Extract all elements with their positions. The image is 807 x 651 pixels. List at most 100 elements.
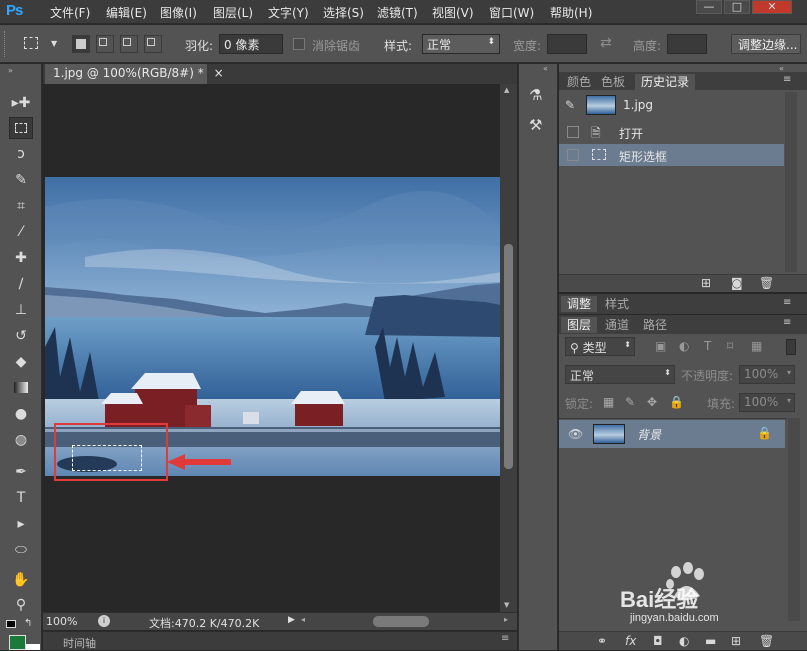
- feather-input[interactable]: 0 像素: [219, 34, 283, 54]
- ellipse-tool-icon[interactable]: ⬭: [9, 539, 33, 561]
- panel-menu-icon[interactable]: ≡: [783, 74, 791, 85]
- menu-select[interactable]: 选择(S): [323, 4, 364, 20]
- menu-edit[interactable]: 编辑(E): [106, 4, 147, 20]
- background-color-swatch[interactable]: [26, 644, 40, 650]
- foreground-color-swatch[interactable]: [9, 635, 26, 650]
- lock-all-icon[interactable]: 🔒: [669, 395, 684, 409]
- lasso-tool-icon[interactable]: ↄ: [9, 143, 33, 165]
- move-tool-icon[interactable]: ▸✚: [9, 92, 33, 114]
- tool-presets-icon[interactable]: ⚒: [529, 116, 542, 134]
- lock-position-icon[interactable]: ✥: [647, 395, 657, 409]
- clone-stamp-tool-icon[interactable]: ⊥: [9, 299, 33, 321]
- default-colors-icon[interactable]: [6, 620, 16, 628]
- vertical-scrollbar[interactable]: ▲ ▼: [500, 84, 517, 612]
- menu-filter[interactable]: 滤镜(T): [377, 4, 418, 20]
- link-layers-icon[interactable]: ⚭: [597, 634, 607, 648]
- opacity-input[interactable]: 100% ▾: [739, 365, 795, 384]
- history-step-checkbox[interactable]: [567, 149, 579, 161]
- panel-menu-icon[interactable]: ≡: [783, 317, 791, 328]
- refine-edge-button[interactable]: 调整边缘...: [731, 34, 801, 54]
- gradient-tool-icon[interactable]: [9, 377, 33, 399]
- close-tab-icon[interactable]: ×: [214, 66, 224, 80]
- delete-layer-icon[interactable]: 🗑: [759, 634, 774, 648]
- preset-dropdown-icon[interactable]: ▼: [51, 39, 57, 48]
- hscroll-right-icon[interactable]: ▸: [504, 615, 508, 624]
- menu-file[interactable]: 文件(F): [50, 4, 90, 20]
- type-tool-icon[interactable]: T: [9, 487, 33, 509]
- menu-type[interactable]: 文字(Y): [268, 4, 309, 20]
- swap-icon[interactable]: ⇄: [600, 35, 612, 51]
- marquee-preset-icon[interactable]: [24, 37, 38, 49]
- add-selection-icon[interactable]: [96, 35, 114, 53]
- layer-filter-select[interactable]: ⚲ 类型 ⬍: [565, 337, 635, 356]
- tab-channels[interactable]: 通道: [599, 317, 635, 333]
- path-select-tool-icon[interactable]: ▸: [9, 513, 33, 535]
- filter-toggle[interactable]: [786, 339, 796, 355]
- history-step-checkbox[interactable]: [567, 126, 579, 138]
- filter-pixel-icon[interactable]: ▣: [655, 339, 666, 353]
- eraser-tool-icon[interactable]: ◆: [9, 351, 33, 373]
- fill-input[interactable]: 100% ▾: [739, 393, 795, 412]
- camera-icon[interactable]: ◙: [731, 276, 743, 290]
- fx-icon[interactable]: fx: [625, 634, 636, 648]
- grip-handle[interactable]: [4, 31, 7, 57]
- canvas-area[interactable]: [43, 84, 501, 612]
- minimize-button[interactable]: —: [696, 0, 722, 14]
- menu-image[interactable]: 图像(I): [160, 4, 197, 20]
- add-mask-icon[interactable]: ◘: [653, 634, 663, 648]
- history-brush-source-icon[interactable]: ✎: [565, 98, 575, 112]
- status-info-icon[interactable]: i: [98, 615, 110, 627]
- eyedropper-tool-icon[interactable]: ⁄: [9, 221, 33, 243]
- vertical-scroll-thumb[interactable]: [504, 244, 513, 469]
- history-step[interactable]: 矩形选框: [559, 144, 784, 166]
- subtract-selection-icon[interactable]: [120, 35, 138, 53]
- menu-window[interactable]: 窗口(W): [489, 4, 534, 20]
- lock-pixels-icon[interactable]: ✎: [625, 395, 635, 409]
- layer-name[interactable]: 背景: [637, 426, 661, 443]
- restore-button[interactable]: □: [724, 0, 750, 14]
- style-select[interactable]: 正常 ⬍: [422, 34, 500, 54]
- panel-menu-icon[interactable]: ≡: [783, 297, 791, 308]
- quick-select-tool-icon[interactable]: ✎: [9, 169, 33, 191]
- new-group-icon[interactable]: ▬: [705, 634, 716, 648]
- history-snapshot[interactable]: ✎ 1.jpg: [559, 92, 784, 120]
- width-input[interactable]: [547, 34, 587, 54]
- lock-transparent-icon[interactable]: ▦: [603, 395, 614, 409]
- swap-colors-icon[interactable]: ↰: [24, 618, 32, 629]
- new-document-from-state-icon[interactable]: ⊞: [701, 276, 711, 290]
- intersect-selection-icon[interactable]: [144, 35, 162, 53]
- expand-dock-icon[interactable]: «: [543, 64, 548, 73]
- zoom-level[interactable]: 100%: [46, 615, 77, 628]
- document-tab[interactable]: 1.jpg @ 100%(RGB/8#) * ×: [45, 64, 224, 84]
- zoom-tool-icon[interactable]: ⚲: [9, 594, 33, 616]
- filter-type-icon[interactable]: T: [704, 339, 711, 353]
- status-menu-icon[interactable]: ▶: [288, 615, 295, 625]
- brush-presets-icon[interactable]: ⚗: [529, 86, 542, 104]
- healing-brush-tool-icon[interactable]: ✚: [9, 247, 33, 269]
- history-scrollbar[interactable]: [785, 92, 797, 272]
- layers-scrollbar[interactable]: [788, 418, 800, 621]
- antialias-checkbox[interactable]: [293, 38, 305, 50]
- hscroll-left-icon[interactable]: ◂: [301, 615, 305, 624]
- tab-styles[interactable]: 样式: [599, 296, 635, 312]
- tab-paths[interactable]: 路径: [637, 317, 673, 333]
- blend-mode-select[interactable]: 正常 ⬍: [565, 365, 675, 384]
- new-layer-icon[interactable]: ⊞: [731, 634, 741, 648]
- tab-adjustments[interactable]: 调整: [561, 296, 598, 312]
- layer-row[interactable]: 👁 背景 🔒: [559, 420, 785, 448]
- history-brush-tool-icon[interactable]: ↺: [9, 325, 33, 347]
- filter-smartobject-icon[interactable]: ▦: [751, 339, 762, 353]
- pen-tool-icon[interactable]: ✒: [9, 461, 33, 483]
- scroll-up-icon[interactable]: ▲: [504, 86, 509, 94]
- filter-shape-icon[interactable]: ⌑: [727, 339, 733, 353]
- brush-tool-icon[interactable]: ∕: [9, 273, 33, 295]
- scroll-down-icon[interactable]: ▼: [504, 601, 509, 609]
- timeline-menu-icon[interactable]: ≡: [501, 633, 509, 644]
- rect-marquee-tool-icon[interactable]: [9, 117, 33, 139]
- new-selection-icon[interactable]: [72, 35, 90, 53]
- dodge-tool-icon[interactable]: ◍: [9, 429, 33, 451]
- adjustment-layer-icon[interactable]: ◐: [679, 634, 689, 648]
- horizontal-scroll-thumb[interactable]: [373, 616, 429, 627]
- tab-swatches[interactable]: 色板: [595, 74, 631, 90]
- timeline-panel[interactable]: 时间轴 ≡: [43, 631, 517, 650]
